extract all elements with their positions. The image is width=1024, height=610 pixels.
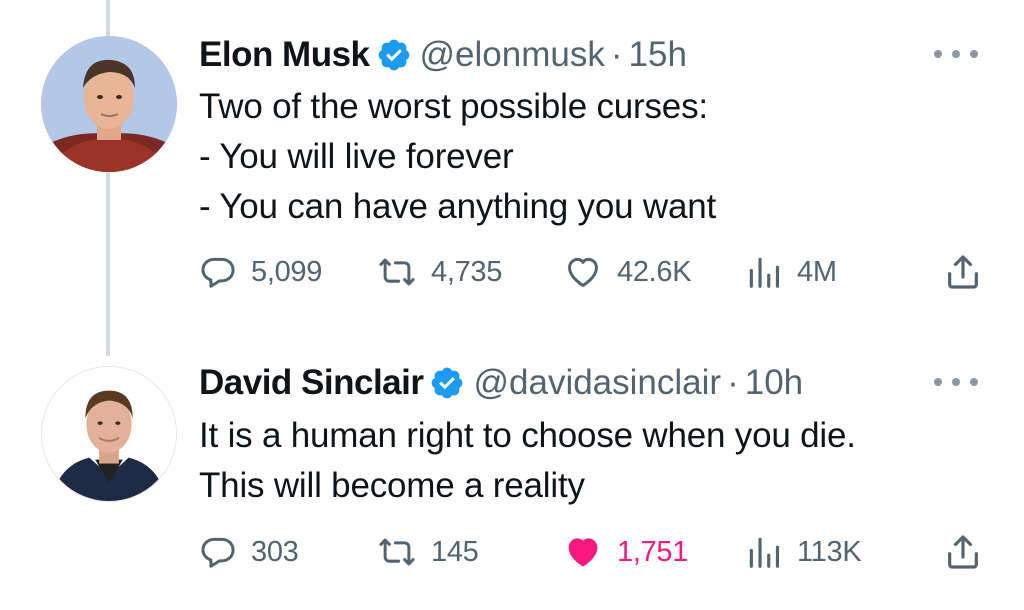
more-icon[interactable] (934, 372, 978, 392)
avatar[interactable] (41, 36, 177, 172)
like-button[interactable]: 42.6K (563, 252, 692, 292)
separator-dot: · (610, 35, 623, 74)
timestamp[interactable]: 10h (745, 363, 803, 403)
reply-count: 5,099 (251, 255, 323, 288)
author-name[interactable]: David Sinclair (199, 363, 424, 403)
retweet-count: 145 (431, 535, 479, 568)
more-icon[interactable] (934, 44, 978, 64)
like-button[interactable]: 1,751 (563, 532, 688, 572)
tweet-text-line: Two of the worst possible curses: (199, 87, 708, 126)
tweet-text-line: - You can have anything you want (199, 187, 717, 226)
share-icon (948, 255, 978, 289)
tweet-text: It is a human right to choose when you d… (199, 411, 856, 511)
reply-icon (201, 257, 235, 288)
share-icon (948, 535, 978, 569)
reply-button[interactable]: 303 (199, 532, 299, 572)
tweet-text-line: - You will live forever (199, 137, 514, 176)
separator-dot: · (727, 363, 739, 402)
views-icon (749, 537, 780, 568)
author-name[interactable]: Elon Musk (199, 35, 370, 75)
like-count: 42.6K (617, 255, 692, 288)
avatar-image (42, 367, 176, 501)
view-count: 4M (797, 255, 837, 288)
share-button[interactable] (943, 252, 983, 292)
tweet[interactable]: David Sinclair @davidasinclair · 10h It … (0, 356, 1024, 610)
tweet-text-line: It is a human right to choose when you d… (199, 416, 856, 455)
author-handle[interactable]: @davidasinclair (473, 363, 721, 403)
like-icon (568, 538, 598, 567)
reply-icon (201, 537, 235, 568)
like-count: 1,751 (617, 535, 689, 568)
action-bar: 5,099 4,735 42.6K 4M (199, 252, 985, 292)
timestamp[interactable]: 15h (629, 35, 687, 75)
tweet-header: David Sinclair @davidasinclair · 10h (199, 363, 803, 403)
share-button[interactable] (943, 532, 983, 572)
views-button[interactable]: 4M (745, 252, 837, 292)
tweet[interactable]: Elon Musk @elonmusk · 15h Two of the wor… (0, 0, 1024, 356)
action-bar: 303 145 1,751 113K (199, 532, 985, 572)
retweet-button[interactable]: 145 (377, 532, 479, 572)
verified-badge-icon (378, 39, 409, 71)
views-icon (749, 257, 780, 288)
tweet-text: Two of the worst possible curses: - You … (199, 82, 716, 232)
avatar[interactable] (41, 366, 177, 502)
reply-count: 303 (251, 535, 299, 568)
like-icon (568, 257, 598, 287)
views-button[interactable]: 113K (745, 532, 862, 572)
retweet-count: 4,735 (431, 255, 503, 288)
tweet-header: Elon Musk @elonmusk · 15h (199, 35, 687, 75)
author-handle[interactable]: @elonmusk (420, 35, 605, 75)
retweet-button[interactable]: 4,735 (377, 252, 502, 292)
retweet-icon (379, 258, 415, 286)
reply-button[interactable]: 5,099 (199, 252, 322, 292)
view-count: 113K (797, 535, 862, 568)
avatar-image (41, 36, 177, 172)
retweet-icon (379, 538, 415, 566)
tweet-text-line: This will become a reality (199, 466, 585, 505)
verified-badge-icon (432, 367, 463, 399)
